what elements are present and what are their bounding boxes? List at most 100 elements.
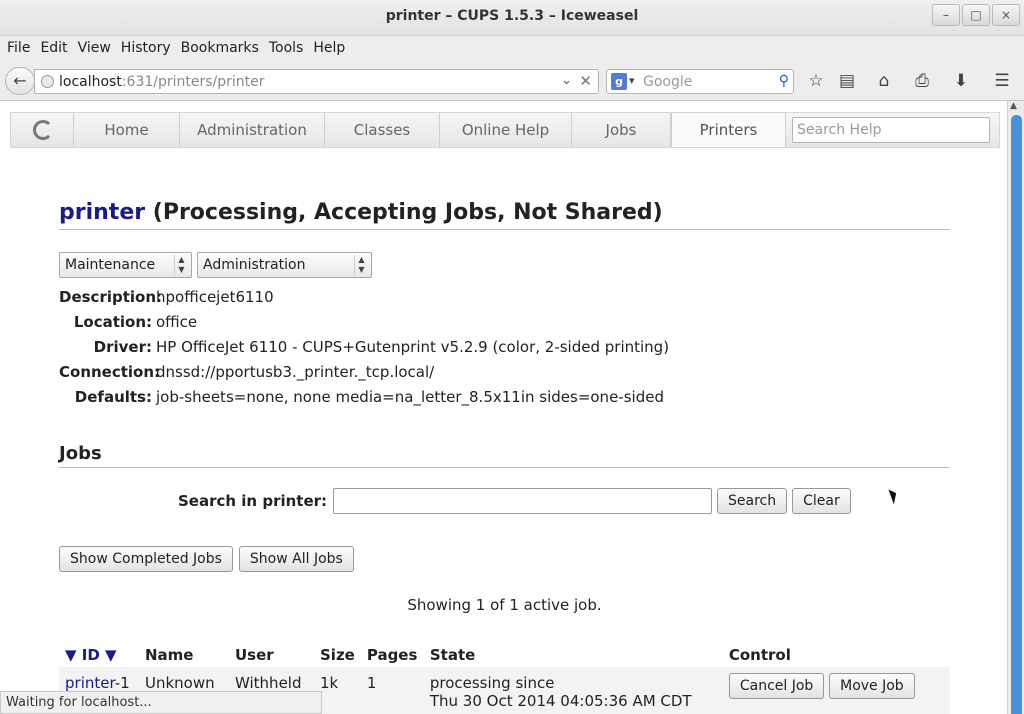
- property-value: job-sheets=none, none media=na_letter_8.…: [156, 387, 664, 406]
- web-search-placeholder: Google: [643, 74, 693, 90]
- job-filter-buttons: Show Completed Jobs Show All Jobs: [59, 546, 950, 572]
- menu-edit[interactable]: Edit: [35, 36, 72, 61]
- job-pages-cell: 1: [360, 667, 424, 714]
- printer-status: (Processing, Accepting Jobs, Not Shared): [152, 200, 663, 225]
- jobs-count-text: Showing 1 of 1 active job.: [407, 596, 602, 614]
- property-label: Description:: [59, 287, 163, 306]
- property-row: Location: office: [59, 309, 950, 334]
- web-search-box[interactable]: g ▾ Google ⚲: [606, 69, 794, 94]
- administration-select-value: Administration: [203, 257, 306, 273]
- property-label: Connection:: [59, 362, 161, 381]
- url-host: localhost: [59, 74, 122, 90]
- back-button[interactable]: ←: [5, 67, 35, 95]
- cups-logo[interactable]: [11, 113, 74, 147]
- job-search-label: Search in printer:: [178, 492, 328, 510]
- property-value: HP OfficeJet 6110 - CUPS+Gutenprint v5.2…: [156, 337, 670, 356]
- column-header-id[interactable]: ▼ ID ▼: [59, 643, 139, 667]
- site-identity-icon[interactable]: [41, 75, 54, 88]
- move-job-button[interactable]: Move Job: [829, 673, 915, 699]
- column-header-state: State: [429, 646, 476, 664]
- column-header-control: Control: [728, 646, 791, 664]
- job-state-line: processing since: [429, 674, 555, 692]
- maximize-button[interactable]: □: [962, 4, 990, 26]
- page-scrollbar[interactable]: ▲: [1007, 101, 1024, 714]
- reading-list-icon[interactable]: ▤: [836, 71, 858, 91]
- search-button[interactable]: Search: [717, 488, 788, 514]
- menu-tools[interactable]: Tools: [264, 36, 309, 61]
- property-value: dnssd://pportusb3._printer._tcp.local/: [156, 362, 435, 381]
- url-text[interactable]: localhost:631/printers/printer: [59, 74, 265, 90]
- property-label: Location:: [73, 312, 152, 331]
- print-icon[interactable]: ⎙: [911, 71, 933, 91]
- url-path: :631/printers/printer: [121, 74, 265, 90]
- column-header-pages: Pages: [366, 646, 418, 664]
- tab-classes[interactable]: Classes: [325, 113, 440, 147]
- minimize-button[interactable]: –: [932, 4, 960, 26]
- menu-file[interactable]: File: [2, 36, 35, 61]
- stop-icon[interactable]: ✕: [579, 72, 592, 90]
- job-search-row: Search in printer: Search Clear: [59, 488, 950, 514]
- property-label: Defaults:: [74, 387, 152, 406]
- search-engine-dropdown-icon[interactable]: ▾: [629, 74, 635, 87]
- administration-select[interactable]: Administration ▲ ▼: [197, 252, 372, 278]
- property-value: hpofficejet6110: [156, 287, 274, 306]
- menu-history[interactable]: History: [116, 36, 176, 61]
- menu-bookmarks[interactable]: Bookmarks: [176, 36, 264, 61]
- property-row: Driver: HP OfficeJet 6110 - CUPS+Gutenpri…: [59, 334, 950, 359]
- job-id-suffix: -1: [114, 674, 130, 692]
- close-button[interactable]: ×: [992, 4, 1020, 26]
- main-content: printer (Processing, Accepting Jobs, Not…: [59, 200, 950, 714]
- search-engine-icon[interactable]: g: [611, 73, 627, 90]
- scrollbar-thumb[interactable]: [1011, 115, 1022, 714]
- download-icon[interactable]: ⬇: [950, 71, 972, 91]
- property-value: office: [156, 312, 198, 331]
- printer-actions: Maintenance ▲ ▼ Administration ▲ ▼: [59, 252, 950, 278]
- menu-icon[interactable]: ☰: [991, 71, 1013, 91]
- job-control-cell: Cancel Job Move Job: [722, 667, 950, 714]
- home-icon[interactable]: ⌂: [873, 71, 895, 91]
- clear-button[interactable]: Clear: [792, 488, 851, 514]
- select-arrows-icon: ▲ ▼: [174, 255, 188, 275]
- jobs-heading: Jobs: [59, 443, 950, 468]
- search-icon[interactable]: ⚲: [779, 73, 789, 89]
- column-header-name: Name: [145, 646, 194, 664]
- menu-bar: File Edit View History Bookmarks Tools H…: [0, 36, 1024, 61]
- page-title: printer (Processing, Accepting Jobs, Not…: [59, 200, 950, 230]
- cancel-job-button[interactable]: Cancel Job: [728, 673, 825, 699]
- tab-administration[interactable]: Administration: [180, 113, 325, 147]
- cups-navigation: Home Administration Classes Online Help …: [10, 112, 1000, 148]
- printer-properties: Description: hpofficejet6110 Location: off…: [59, 284, 950, 409]
- printer-name-link[interactable]: printer: [59, 200, 145, 225]
- cups-logo-icon: [33, 120, 53, 140]
- tab-online-help[interactable]: Online Help: [440, 113, 572, 147]
- property-row: Description: hpofficejet6110: [59, 284, 950, 309]
- select-arrows-icon: ▲ ▼: [354, 255, 368, 275]
- column-header-size: Size: [320, 646, 355, 664]
- show-completed-jobs-button[interactable]: Show Completed Jobs: [59, 546, 233, 572]
- job-printer-link[interactable]: printer: [65, 674, 115, 692]
- tab-printers[interactable]: Printers: [671, 113, 786, 147]
- navigation-toolbar: localhost:631/printers/printer ⌄ ✕ ← g ▾…: [0, 61, 1024, 101]
- property-row: Connection: dnssd://pportusb3._printer._t…: [59, 359, 950, 384]
- property-row: Defaults: job-sheets=none, none media=na_…: [59, 384, 950, 409]
- menu-view[interactable]: View: [73, 36, 116, 61]
- window-title: printer – CUPS 1.5.3 – Iceweasel: [385, 8, 639, 24]
- star-icon[interactable]: ☆: [805, 71, 827, 91]
- url-history-dropdown-icon[interactable]: ⌄: [561, 73, 572, 88]
- maintenance-select[interactable]: Maintenance ▲ ▼: [59, 252, 192, 278]
- window-controls: – □ ×: [932, 4, 1020, 26]
- column-header-user: User: [235, 646, 274, 664]
- tab-jobs[interactable]: Jobs: [572, 113, 671, 147]
- job-search-input[interactable]: [333, 488, 713, 514]
- show-all-jobs-button[interactable]: Show All Jobs: [238, 546, 354, 572]
- help-search-input[interactable]: Search Help: [792, 117, 990, 143]
- table-header-row: ▼ ID ▼ Name User Size Pages State Contro…: [59, 643, 950, 667]
- maintenance-select-value: Maintenance: [65, 257, 156, 273]
- job-state-date: Thu 30 Oct 2014 04:05:36 AM CDT: [429, 692, 692, 710]
- scroll-up-icon[interactable]: ▲: [1010, 101, 1017, 111]
- window-titlebar: printer – CUPS 1.5.3 – Iceweasel – □ ×: [0, 0, 1024, 36]
- status-bar: Waiting for localhost...: [0, 691, 322, 714]
- tab-home[interactable]: Home: [74, 113, 180, 147]
- url-bar[interactable]: localhost:631/printers/printer ⌄ ✕: [34, 69, 599, 94]
- menu-help[interactable]: Help: [308, 36, 350, 61]
